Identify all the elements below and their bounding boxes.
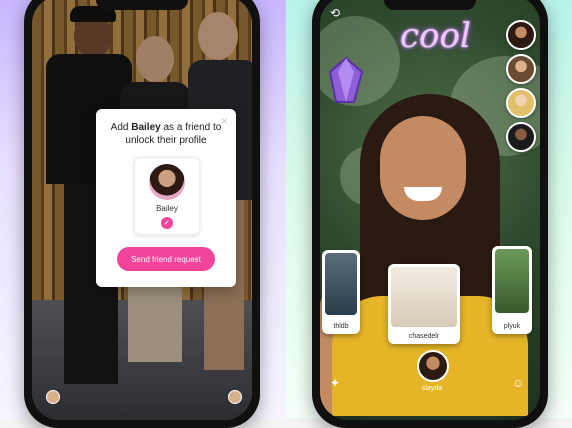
right-phone-mockup: cool thldb chasedelr plyuk slayda ⟲ ✦ ☺ (312, 0, 548, 428)
story-tile-label: chasedelr (408, 333, 440, 340)
friend-avatar[interactable] (506, 122, 536, 152)
cool-sticker[interactable]: cool (400, 16, 471, 56)
dialog-title-name: Bailey (131, 122, 161, 133)
corner-avatar[interactable] (46, 390, 60, 404)
check-icon: ✓ (161, 217, 173, 229)
profile-card[interactable]: Bailey ✓ (134, 157, 200, 235)
friend-avatar[interactable] (506, 88, 536, 118)
story-tile[interactable]: chasedelr (388, 264, 460, 344)
woman-face (380, 116, 466, 220)
corner-avatar-right[interactable] (228, 390, 242, 404)
story-tile-image (391, 267, 457, 327)
bottom-user-avatar[interactable] (417, 350, 449, 382)
magic-wand-icon[interactable]: ✦ (330, 376, 340, 390)
bottom-user-name: slayda (421, 385, 443, 392)
story-tile[interactable]: plyuk (492, 246, 532, 334)
phone-notch (384, 0, 476, 10)
phone-notch (96, 0, 188, 10)
avatar (149, 164, 185, 200)
left-phone-mockup: × Add Bailey as a friend to unlock their… (24, 0, 260, 428)
right-phone-screen: cool thldb chasedelr plyuk slayda ⟲ ✦ ☺ (320, 0, 540, 420)
switch-camera-icon[interactable]: ⟲ (330, 6, 340, 20)
dialog-title: Add Bailey as a friend to unlock their p… (106, 121, 226, 147)
story-tile-image (325, 253, 357, 315)
friend-avatar[interactable] (506, 20, 536, 50)
dialog-title-prefix: Add (110, 122, 132, 133)
profile-ghost-icon[interactable]: ☺ (512, 376, 524, 390)
send-friend-request-button[interactable]: Send friend request (117, 247, 215, 271)
gem-sticker-icon[interactable] (328, 56, 364, 106)
friend-avatar[interactable] (506, 54, 536, 84)
profile-name: Bailey (156, 204, 178, 213)
story-tile[interactable]: thldb (322, 250, 360, 334)
add-friend-dialog: × Add Bailey as a friend to unlock their… (96, 109, 236, 287)
story-tile-label: thldb (333, 323, 349, 330)
story-tile-label: plyuk (503, 323, 521, 330)
story-tile-image (495, 249, 529, 313)
